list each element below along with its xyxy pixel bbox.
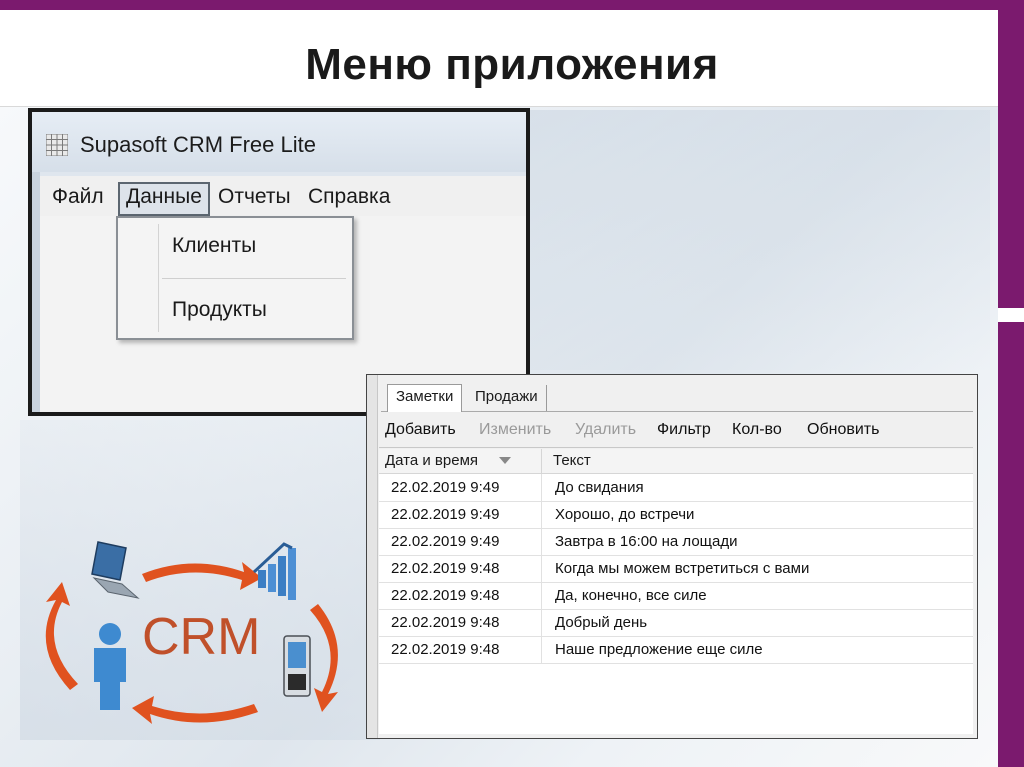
cell-text: Завтра в 16:00 на лощади — [555, 533, 738, 550]
add-button[interactable]: Добавить — [385, 419, 456, 441]
menu-reports[interactable]: Отчеты — [212, 182, 297, 212]
column-divider — [541, 555, 542, 582]
notes-toolbar: Добавить Изменить Удалить Фильтр Кол-во … — [379, 415, 973, 445]
grid-app-icon — [46, 134, 68, 156]
column-divider[interactable] — [541, 449, 542, 473]
main-app-window: Supasoft CRM Free Lite Файл Данные Отчет… — [28, 108, 530, 416]
edit-button[interactable]: Изменить — [479, 419, 551, 441]
delete-button[interactable]: Удалить — [575, 419, 636, 441]
cell-text: Добрый день — [555, 614, 648, 631]
window-frame: Supasoft CRM Free Lite Файл Данные Отчет… — [32, 112, 526, 412]
sort-descending-icon — [499, 457, 511, 464]
menu-item-clients[interactable]: Клиенты — [172, 234, 256, 258]
phone-icon — [283, 635, 311, 697]
column-divider — [541, 501, 542, 528]
menu-file[interactable]: Файл — [46, 182, 110, 212]
top-accent-bar — [0, 0, 1024, 10]
menu-separator — [162, 278, 346, 279]
cell-datetime: 22.02.2019 9:49 — [391, 533, 500, 550]
table-row[interactable]: 22.02.2019 9:48 Да, конечно, все силе — [379, 582, 973, 610]
cell-text: До свидания — [555, 479, 644, 496]
count-button[interactable]: Кол-во — [732, 419, 782, 441]
cell-datetime: 22.02.2019 9:48 — [391, 587, 500, 604]
notes-table: Дата и время Текст 22.02.2019 9:49 До сви… — [379, 449, 973, 734]
column-divider — [541, 609, 542, 636]
background-decoration — [520, 110, 990, 370]
cell-datetime: 22.02.2019 9:49 — [391, 479, 500, 496]
column-divider — [541, 636, 542, 663]
dropdown-gutter — [158, 224, 159, 332]
column-divider — [541, 474, 542, 501]
tab-sales[interactable]: Продажи — [467, 385, 547, 411]
table-header: Дата и время Текст — [379, 449, 973, 474]
data-dropdown-menu: Клиенты Продукты — [116, 216, 354, 340]
menu-item-products[interactable]: Продукты — [172, 298, 267, 322]
cell-datetime: 22.02.2019 9:48 — [391, 560, 500, 577]
tab-notes[interactable]: Заметки — [387, 384, 463, 412]
accent-gap — [998, 308, 1024, 322]
tab-strip: Заметки Продажи — [381, 381, 973, 412]
right-accent-bar-lower — [998, 322, 1024, 767]
table-row[interactable]: 22.02.2019 9:48 Когда мы можем встретитьс… — [379, 555, 973, 583]
cell-datetime: 22.02.2019 9:48 — [391, 614, 500, 631]
window-title: Supasoft CRM Free Lite — [80, 132, 316, 157]
menu-bar: Файл Данные Отчеты Справка — [40, 176, 526, 216]
table-row[interactable]: 22.02.2019 9:49 Завтра в 16:00 на лощади — [379, 528, 973, 556]
menu-data[interactable]: Данные — [118, 182, 210, 216]
cell-text: Да, конечно, все силе — [555, 587, 707, 604]
cell-text: Когда мы можем встретиться с вами — [555, 560, 810, 577]
title-divider — [0, 106, 998, 107]
window-titlebar: Supasoft CRM Free Lite — [32, 112, 526, 172]
column-divider — [541, 582, 542, 609]
crm-cycle-graphic: CRM — [45, 541, 338, 724]
cell-datetime: 22.02.2019 9:48 — [391, 641, 500, 658]
refresh-button[interactable]: Обновить — [807, 419, 879, 441]
table-row[interactable]: 22.02.2019 9:49 До свидания — [379, 474, 973, 502]
window-border — [32, 172, 40, 412]
filter-button[interactable]: Фильтр — [657, 419, 711, 441]
cell-text: Наше предложение еще силе — [555, 641, 763, 658]
notes-window: Заметки Продажи Добавить Изменить Удалит… — [366, 374, 978, 739]
slide-title: Меню приложения — [305, 40, 719, 89]
person-icon — [94, 623, 126, 710]
chart-icon — [252, 542, 296, 600]
cell-text: Хорошо, до встречи — [555, 506, 695, 523]
table-row[interactable]: 22.02.2019 9:48 Добрый день — [379, 609, 973, 637]
crm-label: CRM — [142, 608, 260, 666]
column-divider — [541, 528, 542, 555]
column-header-datetime[interactable]: Дата и время — [385, 449, 478, 473]
window-border — [367, 375, 378, 738]
menu-help[interactable]: Справка — [302, 182, 396, 212]
table-row[interactable]: 22.02.2019 9:49 Хорошо, до встречи — [379, 501, 973, 529]
laptop-icon — [91, 541, 140, 599]
column-header-text[interactable]: Текст — [553, 449, 591, 473]
table-row[interactable]: 22.02.2019 9:48 Наше предложение еще силе — [379, 636, 973, 664]
cell-datetime: 22.02.2019 9:49 — [391, 506, 500, 523]
toolbar-divider — [379, 447, 973, 448]
